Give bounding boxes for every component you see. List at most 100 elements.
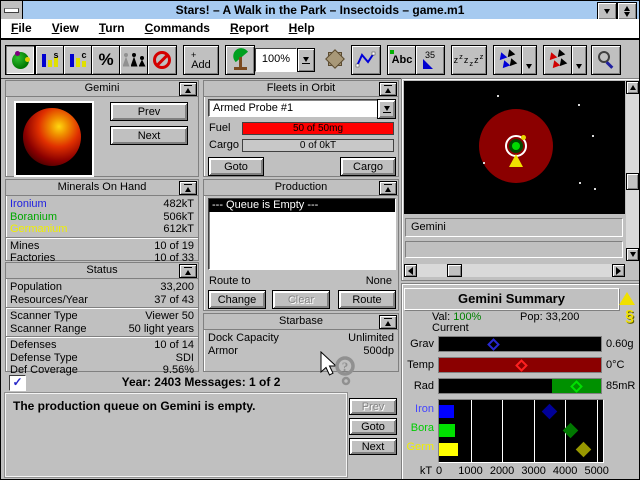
mineral-label-bora: Bora bbox=[402, 422, 434, 434]
status-row: Defenses10 of 14 bbox=[6, 339, 198, 352]
scanner-toggle-button[interactable] bbox=[225, 45, 255, 75]
hscroll-thumb[interactable] bbox=[447, 264, 462, 277]
scanner-selected-name-field[interactable]: Gemini bbox=[405, 218, 623, 237]
planet-view-button[interactable] bbox=[5, 45, 35, 75]
menu-item-help[interactable]: Help bbox=[279, 19, 325, 38]
scanner-pane: Gemini bbox=[401, 78, 640, 281]
idle-fleets-button[interactable]: zzzzzz bbox=[451, 45, 487, 75]
message-prev-button[interactable]: Prev bbox=[349, 398, 397, 415]
scanner-viewport[interactable] bbox=[404, 81, 625, 214]
axis-tick-label: 0 bbox=[436, 465, 442, 477]
scroll-up-button[interactable] bbox=[626, 81, 639, 94]
hab-row-temp: Temp0°C bbox=[402, 357, 640, 373]
hab-bar-grav bbox=[438, 336, 602, 352]
fleet-cargo-button[interactable]: Cargo bbox=[340, 157, 396, 176]
mineral-row-ironium: Ironium482kT bbox=[6, 198, 198, 211]
collapse-button[interactable] bbox=[179, 82, 197, 96]
production-queue-list[interactable]: --- Queue is Empty --- bbox=[208, 198, 396, 270]
population-view-button[interactable] bbox=[119, 45, 149, 75]
zoom-button[interactable] bbox=[591, 45, 621, 75]
enemy-fleets-icon bbox=[548, 51, 568, 69]
starbase-panel-title: Starbase bbox=[204, 314, 398, 330]
hab-bar-rad bbox=[438, 378, 602, 394]
summary-title: Gemini Summary bbox=[404, 288, 619, 310]
scanner-hscrollbar[interactable] bbox=[404, 264, 625, 277]
scroll-left-button[interactable] bbox=[404, 264, 417, 277]
mineral-label-iron: Iron bbox=[402, 403, 434, 415]
ship-cost-button[interactable]: c bbox=[63, 45, 93, 75]
ship-summary-button[interactable]: s bbox=[35, 45, 65, 75]
minimize-button[interactable] bbox=[597, 2, 617, 20]
scanner-dish-icon bbox=[230, 49, 250, 71]
mineral-row-boranium: Boranium506kT bbox=[6, 211, 198, 224]
minefield-toggle-button[interactable] bbox=[321, 45, 349, 73]
production-queue-item[interactable]: --- Queue is Empty --- bbox=[209, 199, 395, 212]
scroll-right-button[interactable] bbox=[612, 264, 625, 277]
chevron-down-icon bbox=[383, 106, 391, 113]
fleet-goto-button[interactable]: Goto bbox=[208, 157, 264, 176]
collapse-button[interactable] bbox=[379, 181, 397, 195]
collapse-button[interactable] bbox=[179, 181, 197, 195]
fuel-gauge-text: 50 of 50mg bbox=[293, 123, 343, 134]
summary-up-arrow-icon[interactable] bbox=[619, 292, 635, 305]
collapse-button[interactable] bbox=[379, 315, 397, 329]
cargo-gauge-text: 0 of 0kT bbox=[300, 140, 336, 151]
status-row: Resources/Year37 of 43 bbox=[6, 294, 198, 307]
restore-button[interactable] bbox=[617, 2, 637, 20]
friendly-fleets-dropdown[interactable] bbox=[521, 45, 537, 75]
menu-item-report[interactable]: Report bbox=[220, 19, 279, 38]
fleet-select-dropdown[interactable] bbox=[377, 99, 396, 119]
friendly-fleets-button[interactable] bbox=[493, 45, 523, 75]
planet-panel: Gemini Prev Next bbox=[5, 80, 199, 177]
vscroll-thumb[interactable] bbox=[626, 173, 639, 190]
zoom-dropdown-button[interactable] bbox=[297, 48, 315, 72]
add-waypoint-button[interactable]: + Add bbox=[183, 45, 219, 75]
axis-tick-label: 3000 bbox=[521, 465, 545, 477]
menu-item-file[interactable]: File bbox=[1, 19, 42, 38]
collapse-button[interactable] bbox=[179, 264, 197, 278]
production-clear-button[interactable]: Clear bbox=[272, 290, 330, 309]
enemy-fleets-button[interactable] bbox=[543, 45, 573, 75]
scanner-vscrollbar[interactable] bbox=[626, 81, 639, 261]
fuel-gauge: 50 of 50mg bbox=[242, 122, 394, 135]
enemy-fleets-dropdown[interactable] bbox=[571, 45, 587, 75]
fleet-paths-icon bbox=[355, 51, 377, 69]
starbase-indicator-icon: § bbox=[625, 308, 634, 326]
planet-names-button[interactable]: Abc bbox=[387, 45, 417, 75]
scroll-down-button[interactable] bbox=[626, 248, 639, 261]
production-route-button[interactable]: Route bbox=[338, 290, 396, 309]
status-row: Scanner TypeViewer 50 bbox=[6, 310, 198, 323]
menu-item-turn[interactable]: Turn bbox=[89, 19, 135, 38]
chevron-down-icon bbox=[526, 64, 532, 69]
mouse-cursor: ? bbox=[319, 351, 361, 389]
no-info-button[interactable] bbox=[147, 45, 177, 75]
fleet-paths-button[interactable] bbox=[351, 45, 381, 75]
status-row: Scanner Range50 light years bbox=[6, 323, 198, 336]
production-change-button[interactable]: Change bbox=[208, 290, 266, 309]
mineral-concentration-germ bbox=[575, 442, 591, 458]
next-planet-button[interactable]: Next bbox=[110, 126, 188, 145]
message-goto-button[interactable]: Goto bbox=[349, 418, 397, 435]
message-next-button[interactable]: Next bbox=[349, 438, 397, 455]
facility-row-mines: Mines10 of 19 bbox=[6, 240, 198, 253]
hab-row-grav: Grav0.60g bbox=[402, 336, 640, 352]
fleet-marker-icon[interactable] bbox=[509, 154, 523, 167]
minerals-body: Ironium482kTBoranium506kTGermanium612kTM… bbox=[6, 196, 198, 265]
population-label: Pop: 33,200 bbox=[520, 311, 579, 323]
fleets-panel-title-text: Fleets in Orbit bbox=[267, 82, 335, 94]
collapse-button[interactable] bbox=[379, 82, 397, 96]
prev-planet-button[interactable]: Prev bbox=[110, 102, 188, 121]
minerals-chart-axis: kT010002000300040005000 bbox=[402, 465, 640, 477]
ship-count-button[interactable]: 35 bbox=[415, 45, 445, 75]
production-panel-title: Production bbox=[204, 180, 398, 196]
scanner-secondary-field[interactable] bbox=[405, 241, 623, 258]
fleet-select-field[interactable]: Armed Probe #1 bbox=[208, 99, 378, 117]
menu-item-commands[interactable]: Commands bbox=[135, 19, 220, 38]
menu-item-view[interactable]: View bbox=[42, 19, 89, 38]
minefield-icon bbox=[328, 52, 342, 66]
restore-up-icon bbox=[624, 6, 630, 11]
starbase-row: Armor500dp bbox=[204, 345, 398, 358]
cargo-gauge[interactable]: 0 of 0kT bbox=[242, 139, 394, 152]
planet-names-icon: Abc bbox=[392, 54, 413, 66]
percent-view-button[interactable]: % bbox=[91, 45, 121, 75]
